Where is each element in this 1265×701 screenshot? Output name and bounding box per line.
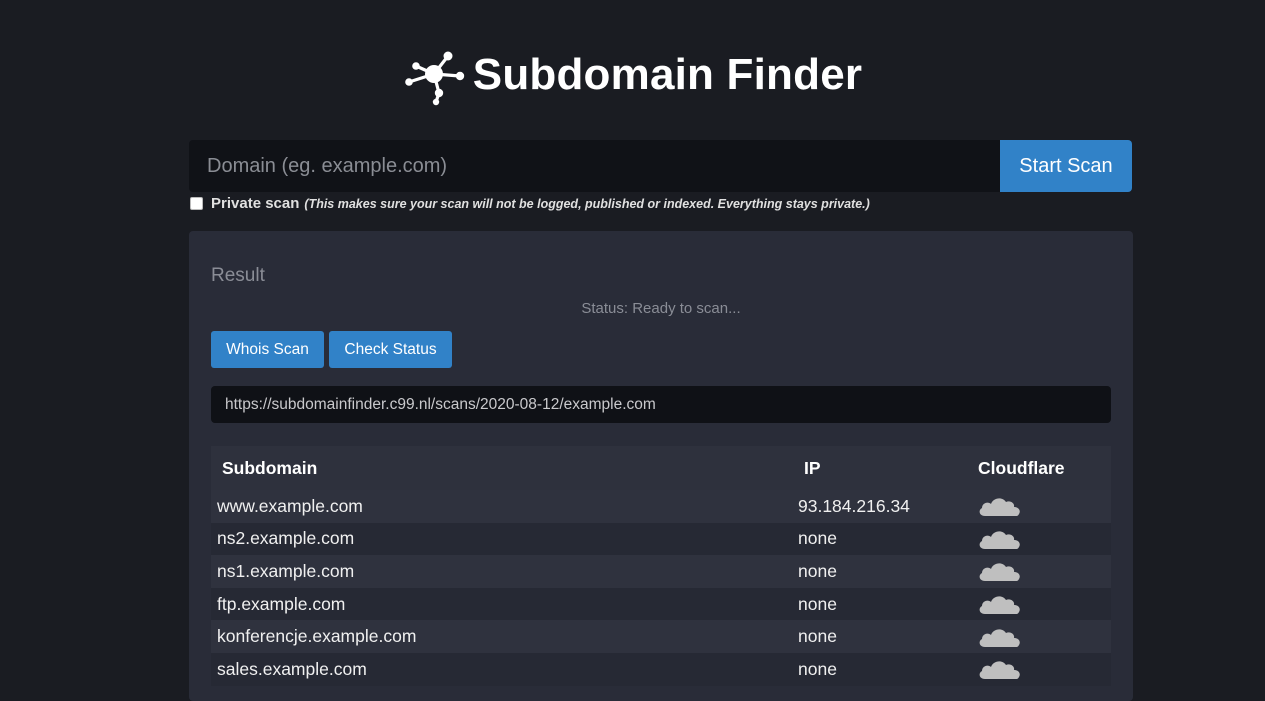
- cloud-icon: [977, 528, 1021, 550]
- ip-cell: none: [798, 658, 837, 679]
- ip-cell: none: [798, 560, 837, 581]
- status-text: Status: Ready to scan...: [581, 300, 741, 317]
- private-scan-option: Private scan (This makes sure your scan …: [190, 195, 870, 212]
- result-title: Result: [211, 265, 265, 286]
- search-bar: Start Scan: [189, 140, 1132, 192]
- subdomain-cell[interactable]: ns2.example.com: [211, 528, 793, 549]
- cloudflare-cell: [973, 658, 1111, 680]
- subdomain-cell[interactable]: sales.example.com: [211, 659, 793, 680]
- ip-cell: none: [798, 593, 837, 614]
- column-header-ip: IP: [804, 457, 821, 478]
- subdomain-cell[interactable]: ns1.example.com: [211, 561, 793, 582]
- results-table: Subdomain IP Cloudflare www.example.com 9…: [211, 446, 1111, 686]
- cloudflare-cell: [973, 495, 1111, 517]
- domain-input[interactable]: [189, 140, 1000, 192]
- cloud-icon: [977, 626, 1021, 648]
- ip-cell: none: [798, 528, 837, 549]
- result-panel: Result Status: Ready to scan... Whois Sc…: [189, 231, 1133, 701]
- private-scan-label[interactable]: Private scan: [211, 195, 299, 212]
- cloud-icon: [977, 560, 1021, 582]
- table-row: sales.example.com none: [211, 652, 1111, 686]
- private-scan-note: (This makes sure your scan will not be l…: [304, 196, 870, 211]
- ip-cell: 93.184.216.34: [798, 495, 910, 516]
- column-header-subdomain: Subdomain: [222, 457, 318, 478]
- cloud-icon: [977, 658, 1021, 680]
- table-row: ns1.example.com none: [211, 555, 1111, 588]
- column-header-cloudflare: Cloudflare: [978, 457, 1065, 478]
- start-scan-button[interactable]: Start Scan: [1000, 140, 1132, 192]
- subdomain-cell[interactable]: ftp.example.com: [211, 594, 793, 615]
- subdomain-cell[interactable]: www.example.com: [211, 496, 793, 517]
- cloudflare-cell: [973, 528, 1111, 550]
- network-nodes-icon: [404, 51, 464, 106]
- table-header: Subdomain IP Cloudflare: [211, 446, 1111, 490]
- subdomain-cell[interactable]: konferencje.example.com: [211, 626, 793, 647]
- table-row: ns2.example.com none: [211, 522, 1111, 556]
- cloud-icon: [977, 593, 1021, 615]
- private-scan-checkbox[interactable]: [190, 197, 203, 210]
- ip-cell: none: [798, 626, 837, 647]
- whois-scan-button[interactable]: Whois Scan: [211, 331, 324, 368]
- table-row: www.example.com 93.184.216.34: [211, 490, 1111, 523]
- header: Subdomain Finder: [0, 44, 1265, 106]
- cloudflare-cell: [973, 626, 1111, 648]
- cloudflare-cell: [973, 593, 1111, 615]
- cloud-icon: [977, 495, 1021, 517]
- table-row: konferencje.example.com none: [211, 620, 1111, 653]
- check-status-button[interactable]: Check Status: [329, 331, 452, 368]
- app-title: Subdomain Finder: [472, 50, 863, 99]
- table-body: www.example.com 93.184.216.34 ns2.example.…: [211, 490, 1111, 686]
- scan-url-field[interactable]: https://subdomainfinder.c99.nl/scans/202…: [211, 386, 1111, 423]
- table-row: ftp.example.com none: [211, 587, 1111, 621]
- cloudflare-cell: [973, 560, 1111, 582]
